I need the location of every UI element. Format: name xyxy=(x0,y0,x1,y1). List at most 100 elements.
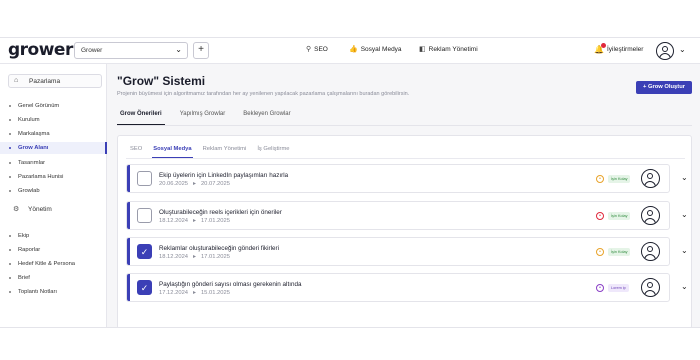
arrow-right-icon: ▸ xyxy=(193,290,196,296)
task-row[interactable]: ✓ Paylaştığın gönderi sayısı olması gerek… xyxy=(126,273,670,302)
add-workspace-button[interactable]: + xyxy=(193,42,209,59)
status-badge: İşin Kolay xyxy=(608,175,631,183)
bell-icon: 🔔 xyxy=(594,43,606,54)
chevron-down-icon: ⌄ xyxy=(175,45,182,54)
sidebar-section-label: Pazarlama xyxy=(29,78,61,85)
sidebar-section-label: Yönetim xyxy=(28,206,52,213)
tab-ad-management[interactable]: Reklam Yönetimi xyxy=(202,146,248,158)
priority-icon: • xyxy=(596,284,604,292)
task-dates: 17.12.2024 ▸ 15.01.2025 xyxy=(159,290,230,296)
task-start-date: 20.06.2025 xyxy=(159,181,189,187)
main-tabs: Grow Önerileri Yapılmış Growlar Bekleyen… xyxy=(117,111,294,125)
task-accent-bar xyxy=(127,274,130,301)
task-dates: 18.12.2024 ▸ 17.01.2025 xyxy=(159,254,230,260)
task-dates: 20.06.2025 ▸ 20.07.2025 xyxy=(159,181,230,187)
task-end-date: 17.01.2025 xyxy=(200,218,230,224)
task-title: Paylaştığın gönderi sayısı olması gereke… xyxy=(159,281,302,288)
chevron-down-icon[interactable]: ⌄ xyxy=(681,246,688,255)
nav-seo[interactable]: ⚲ SEO xyxy=(306,45,328,54)
top-bar: grower Grower ⌄ + ⚲ SEO 👍 Sosyal Medya ◧… xyxy=(0,38,700,64)
arrow-right-icon: ▸ xyxy=(193,181,196,187)
sidebar-item-audience[interactable]: Hedef Kitle & Persona xyxy=(0,258,107,270)
task-row[interactable]: Ekip üyelerin için LinkedIn paylaşımları… xyxy=(126,164,670,193)
page-subtitle: Projenin büyümesi için algoritmamız tara… xyxy=(117,91,410,97)
tabs-divider xyxy=(117,125,692,126)
category-tabs: SEO Sosyal Medya Reklam Yönetimi İş Geli… xyxy=(129,146,291,158)
page-title: "Grow" Sistemi xyxy=(117,74,206,88)
task-checkbox[interactable]: ✓ xyxy=(137,244,152,259)
task-end-date: 20.07.2025 xyxy=(200,181,230,187)
screenshot-frame: grower Grower ⌄ + ⚲ SEO 👍 Sosyal Medya ◧… xyxy=(0,0,700,360)
nav-ad-management[interactable]: ◧ Reklam Yönetimi xyxy=(419,45,478,54)
home-icon: ⌂ xyxy=(14,77,19,84)
task-checkbox[interactable] xyxy=(137,208,152,223)
sidebar-item-marketing-funnel[interactable]: Pazarlama Hunisi xyxy=(0,171,107,183)
tab-seo[interactable]: SEO xyxy=(129,146,143,158)
task-end-date: 17.01.2025 xyxy=(200,254,230,260)
sidebar-item-brief[interactable]: Brief xyxy=(0,272,107,284)
sidebar-item-setup[interactable]: Kurulum xyxy=(0,114,107,126)
nav-social-media-label: Sosyal Medya xyxy=(360,45,402,53)
logo[interactable]: grower xyxy=(8,40,73,60)
sidebar-item-growlab[interactable]: Growlab xyxy=(0,185,107,197)
task-checkbox[interactable] xyxy=(137,171,152,186)
arrow-right-icon: ▸ xyxy=(193,254,196,260)
chart-icon: ⚲ xyxy=(306,46,312,53)
user-avatar[interactable] xyxy=(656,42,674,60)
chevron-down-icon[interactable]: ⌄ xyxy=(681,173,688,182)
create-grow-button[interactable]: + Grow Oluştur xyxy=(636,81,692,94)
assignee-avatar[interactable] xyxy=(641,242,660,261)
sidebar-section-management[interactable]: ⚙ Yönetim xyxy=(8,206,52,213)
task-row[interactable]: Oluşturabileceğin reels içerikleri için … xyxy=(126,201,670,230)
improvements-label: İyileştirmeler xyxy=(606,46,644,53)
sidebar-item-reports[interactable]: Raporlar xyxy=(0,244,107,256)
task-row[interactable]: ✓ Reklamlar oluşturabileceğin gönderi fik… xyxy=(126,237,670,266)
grow-card: SEO Sosyal Medya Reklam Yönetimi İş Geli… xyxy=(117,135,692,327)
chevron-down-icon[interactable]: ⌄ xyxy=(681,282,688,291)
chevron-down-icon[interactable]: ⌄ xyxy=(679,45,686,54)
priority-icon: • xyxy=(596,248,604,256)
priority-icon: • xyxy=(596,212,604,220)
task-end-date: 15.01.2025 xyxy=(200,290,230,296)
task-title: Oluşturabileceğin reels içerikleri için … xyxy=(159,209,282,216)
tab-social-media[interactable]: Sosyal Medya xyxy=(152,146,193,158)
task-accent-bar xyxy=(127,165,130,192)
sidebar-item-designs[interactable]: Tasarımlar xyxy=(0,157,107,169)
sidebar-item-overview[interactable]: Genel Görünüm xyxy=(0,100,107,112)
megaphone-icon: ◧ xyxy=(419,46,426,53)
tab-completed-grows[interactable]: Yapılmış Growlar xyxy=(177,111,229,125)
tab-pending-grows[interactable]: Bekleyen Growlar xyxy=(240,111,293,125)
assignee-avatar[interactable] xyxy=(641,278,660,297)
arrow-right-icon: ▸ xyxy=(193,218,196,224)
tab-grow-suggestions[interactable]: Grow Önerileri xyxy=(117,111,165,125)
sidebar-item-team[interactable]: Ekip xyxy=(0,230,107,242)
workspace-select-value: Grower xyxy=(81,47,103,54)
sidebar: ⌂ Pazarlama Genel Görünüm Kurulum Markal… xyxy=(0,64,107,327)
sidebar-section-marketing[interactable]: ⌂ Pazarlama xyxy=(8,74,102,88)
task-start-date: 17.12.2024 xyxy=(159,290,189,296)
task-title: Reklamlar oluşturabileceğin gönderi fiki… xyxy=(159,245,280,252)
nav-ad-management-label: Reklam Yönetimi xyxy=(428,45,478,53)
workspace-select[interactable]: Grower ⌄ xyxy=(74,42,188,59)
status-badge: İşin Kolay xyxy=(608,248,631,256)
sidebar-item-meeting-notes[interactable]: Toplantı Notları xyxy=(0,286,107,298)
assignee-avatar[interactable] xyxy=(641,206,660,225)
assignee-avatar[interactable] xyxy=(641,169,660,188)
app-window: grower Grower ⌄ + ⚲ SEO 👍 Sosyal Medya ◧… xyxy=(0,37,700,328)
gear-icon: ⚙ xyxy=(13,206,20,213)
task-checkbox[interactable]: ✓ xyxy=(137,280,152,295)
sidebar-item-grow-area[interactable]: Grow Alanı xyxy=(0,142,107,154)
task-title: Ekip üyelerin için LinkedIn paylaşımları… xyxy=(159,172,289,179)
task-start-date: 18.12.2024 xyxy=(159,218,189,224)
thumbs-up-icon: 👍 xyxy=(349,46,358,53)
improvements-button[interactable]: 🔔 İyileştirmeler xyxy=(594,43,644,54)
task-accent-bar xyxy=(127,238,130,265)
sidebar-item-branding[interactable]: Markalaşma xyxy=(0,128,107,140)
status-badge: İşin Kolay xyxy=(608,212,631,220)
status-badge: Lorem ip xyxy=(608,284,629,292)
chevron-down-icon[interactable]: ⌄ xyxy=(681,210,688,219)
priority-icon: • xyxy=(596,175,604,183)
task-accent-bar xyxy=(127,202,130,229)
nav-social-media[interactable]: 👍 Sosyal Medya xyxy=(349,45,402,54)
tab-business-development[interactable]: İş Geliştirme xyxy=(256,146,290,158)
